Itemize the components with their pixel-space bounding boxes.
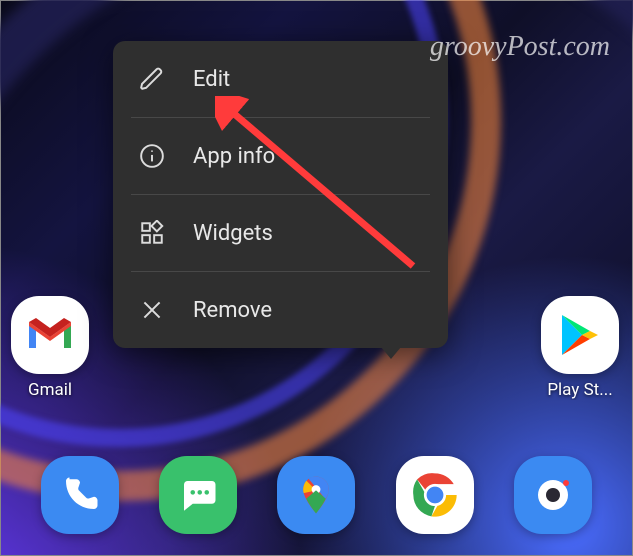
phone-icon — [59, 474, 101, 516]
watermark-text: groovyPost.com — [430, 31, 610, 63]
gmail-icon — [11, 296, 89, 374]
messages-icon — [177, 474, 219, 516]
menu-item-label: Edit — [193, 67, 230, 92]
close-icon — [139, 297, 165, 323]
dock — [1, 435, 632, 555]
app-camera[interactable] — [514, 456, 592, 534]
info-icon — [139, 143, 165, 169]
menu-item-label: Remove — [193, 298, 272, 323]
camera-icon — [528, 470, 578, 520]
app-phone[interactable] — [41, 456, 119, 534]
popup-tail — [381, 347, 401, 359]
app-chrome[interactable] — [396, 456, 474, 534]
menu-item-label: App info — [193, 144, 275, 169]
app-label: Gmail — [11, 380, 89, 400]
app-gmail[interactable]: Gmail — [11, 296, 89, 400]
app-maps[interactable] — [277, 456, 355, 534]
app-label: Play St... — [541, 380, 619, 400]
menu-item-remove[interactable]: Remove — [131, 271, 430, 348]
menu-item-app-info[interactable]: App info — [131, 117, 430, 194]
widgets-icon — [139, 220, 165, 246]
play-store-icon — [541, 296, 619, 374]
chrome-icon — [409, 469, 461, 521]
android-home-screen: groovyPost.com Edit App info Widgets Rem… — [0, 0, 633, 556]
menu-item-widgets[interactable]: Widgets — [131, 194, 430, 271]
app-context-menu: Edit App info Widgets Remove — [113, 41, 448, 348]
menu-item-label: Widgets — [193, 221, 273, 246]
app-play-store[interactable]: Play St... — [541, 296, 619, 400]
menu-item-edit[interactable]: Edit — [113, 41, 448, 117]
maps-icon — [294, 473, 338, 517]
app-messages[interactable] — [159, 456, 237, 534]
pencil-icon — [139, 66, 165, 92]
